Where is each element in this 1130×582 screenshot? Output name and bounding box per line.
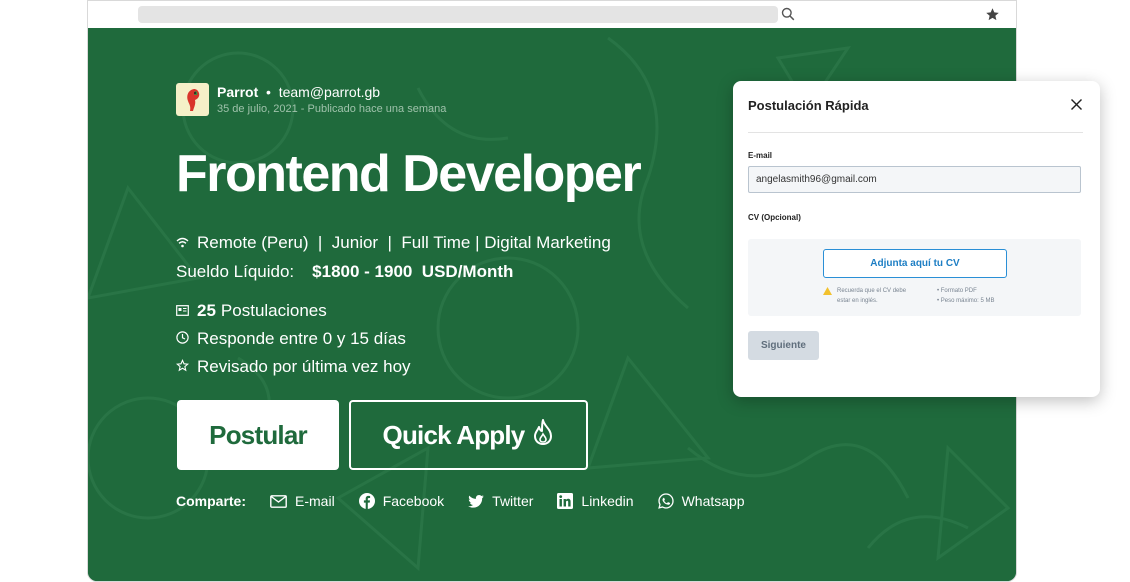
star-icon[interactable] [985,7,1000,27]
company-info: Parrot • team@parrot.gb 35 de julio, 202… [217,84,446,115]
flame-icon [524,418,554,453]
note-line-2: estar en inglés. [837,298,878,304]
clock-icon [176,329,197,349]
company-name[interactable]: Parrot [217,84,258,100]
company-header: Parrot • team@parrot.gb 35 de julio, 202… [176,83,446,116]
warning-icon [823,287,832,295]
linkedin-icon [557,493,574,509]
attach-cv-button[interactable]: Adjunta aquí tu CV [823,249,1007,278]
mail-icon [270,494,287,508]
note-line-1: Recuerda que el CV debe [837,288,907,294]
applications-row: 25 Postulaciones [176,297,411,325]
apply-button[interactable]: Postular [177,400,339,470]
salary-label: Sueldo Líquido: [176,261,295,281]
req-size: • Peso máximo: 5 MB [937,298,995,304]
job-meta-row: Remote (Peru) | Junior | Full Time | Dig… [176,228,611,257]
cv-label: CV (Opcional) [748,213,801,222]
post-meta: 35 de julio, 2021 - Publicado hace una s… [217,103,447,115]
share-twitter-label: Twitter [492,493,534,509]
search-icon[interactable] [781,7,795,26]
applications-label: Postulaciones [220,301,327,320]
job-details: Remote (Peru) | Junior | Full Time | Dig… [176,228,611,286]
share-facebook-label: Facebook [382,493,445,509]
quick-apply-button[interactable]: Quick Apply [349,400,588,470]
post-date: 35 de julio, 2021 [217,103,298,115]
post-published: Publicado hace una semana [307,103,447,115]
share-label: Comparte: [176,493,247,509]
salary-value: $1800 - 1900 USD/Month [312,261,514,281]
twitter-icon [468,494,484,508]
company-name-line: Parrot • team@parrot.gb [217,84,381,100]
modal-title: Postulación Rápida [748,98,869,113]
req-format: • Formato PDF [937,288,977,294]
job-stats: 25 Postulaciones Responde entre 0 y 15 d… [175,297,411,381]
share-twitter[interactable]: Twitter [468,493,533,509]
reviewed-row: Revisado por última vez hoy [175,353,411,381]
facebook-icon [358,493,375,509]
share-email-label: E-mail [295,493,335,509]
company-logo[interactable] [176,83,209,116]
modal-divider [748,132,1083,133]
share-linkedin-label: Linkedin [581,493,634,509]
cv-requirements: • Formato PDF • Peso máximo: 5 MB [937,286,994,306]
salary-row: Sueldo Líquido: $1800 - 1900 USD/Month [176,257,611,286]
last-reviewed: Revisado por última vez hoy [197,357,411,376]
job-title: Frontend Developer [176,145,642,203]
star-outline-icon [175,357,197,377]
cv-upload-area[interactable]: Adjunta aquí tu CV Recuerda que el CV de… [748,239,1081,316]
share-linkedin[interactable]: Linkedin [557,493,634,509]
response-row: Responde entre 0 y 15 días [176,325,411,353]
response-time: Responde entre 0 y 15 días [197,329,406,348]
share-facebook[interactable]: Facebook [358,493,445,509]
share-bar: Comparte: E-mail Facebook Twitter Linked… [176,493,769,509]
whatsapp-icon [657,493,674,509]
quick-apply-label: Quick Apply [382,419,526,450]
close-icon[interactable] [1070,98,1083,116]
address-bar[interactable] [138,6,778,23]
email-field[interactable] [748,166,1081,193]
next-button[interactable]: Siguiente [748,331,819,360]
share-whatsapp-label: Whatsapp [681,493,745,509]
share-email[interactable]: E-mail [270,493,335,509]
wifi-icon [176,233,197,253]
job-meta: Remote (Peru) | Junior | Full Time | Dig… [197,232,611,252]
email-label: E-mail [748,151,773,160]
id-card-icon [176,301,197,321]
share-whatsapp[interactable]: Whatsapp [657,493,745,509]
cv-language-note: Recuerda que el CV debe estar en inglés. [823,286,918,306]
quick-apply-modal: Postulación Rápida E-mail CV (Opcional) … [733,81,1100,397]
browser-toolbar [88,1,1016,28]
applications-count: 25 [197,301,216,320]
company-email[interactable]: team@parrot.gb [279,84,380,100]
